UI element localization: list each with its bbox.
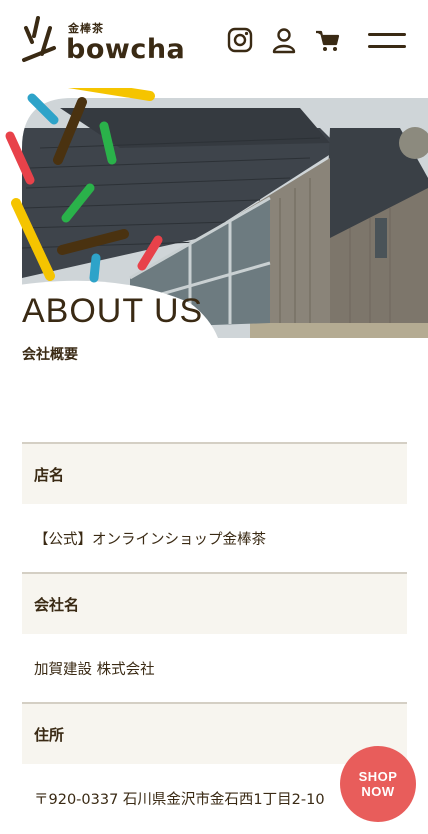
menu-icon[interactable] — [368, 30, 408, 52]
logo-wordmark: bowcha — [66, 34, 186, 65]
brand-logo[interactable]: 金棒茶 bowcha — [20, 14, 190, 70]
site-header: 金棒茶 bowcha — [0, 0, 428, 88]
info-value-company-name: 加賀建設 株式会社 — [34, 661, 155, 678]
instagram-icon[interactable] — [226, 26, 254, 54]
user-icon[interactable] — [270, 26, 298, 54]
info-label-company-name: 会社名 — [22, 572, 407, 634]
shop-now-button[interactable]: SHOP NOW — [340, 746, 416, 822]
shop-now-line1: SHOP — [358, 769, 398, 784]
info-label-shop-name: 店名 — [22, 442, 407, 504]
info-label-address: 住所 — [22, 702, 407, 764]
shop-now-line2: NOW — [361, 784, 395, 799]
cart-icon[interactable] — [314, 26, 342, 54]
info-value-shop-name: 【公式】オンラインショップ金棒茶 — [34, 531, 266, 548]
logo-mark-icon — [22, 16, 56, 62]
page-title: ABOUT US — [22, 292, 204, 330]
page-subtitle: 会社概要 — [22, 347, 78, 363]
